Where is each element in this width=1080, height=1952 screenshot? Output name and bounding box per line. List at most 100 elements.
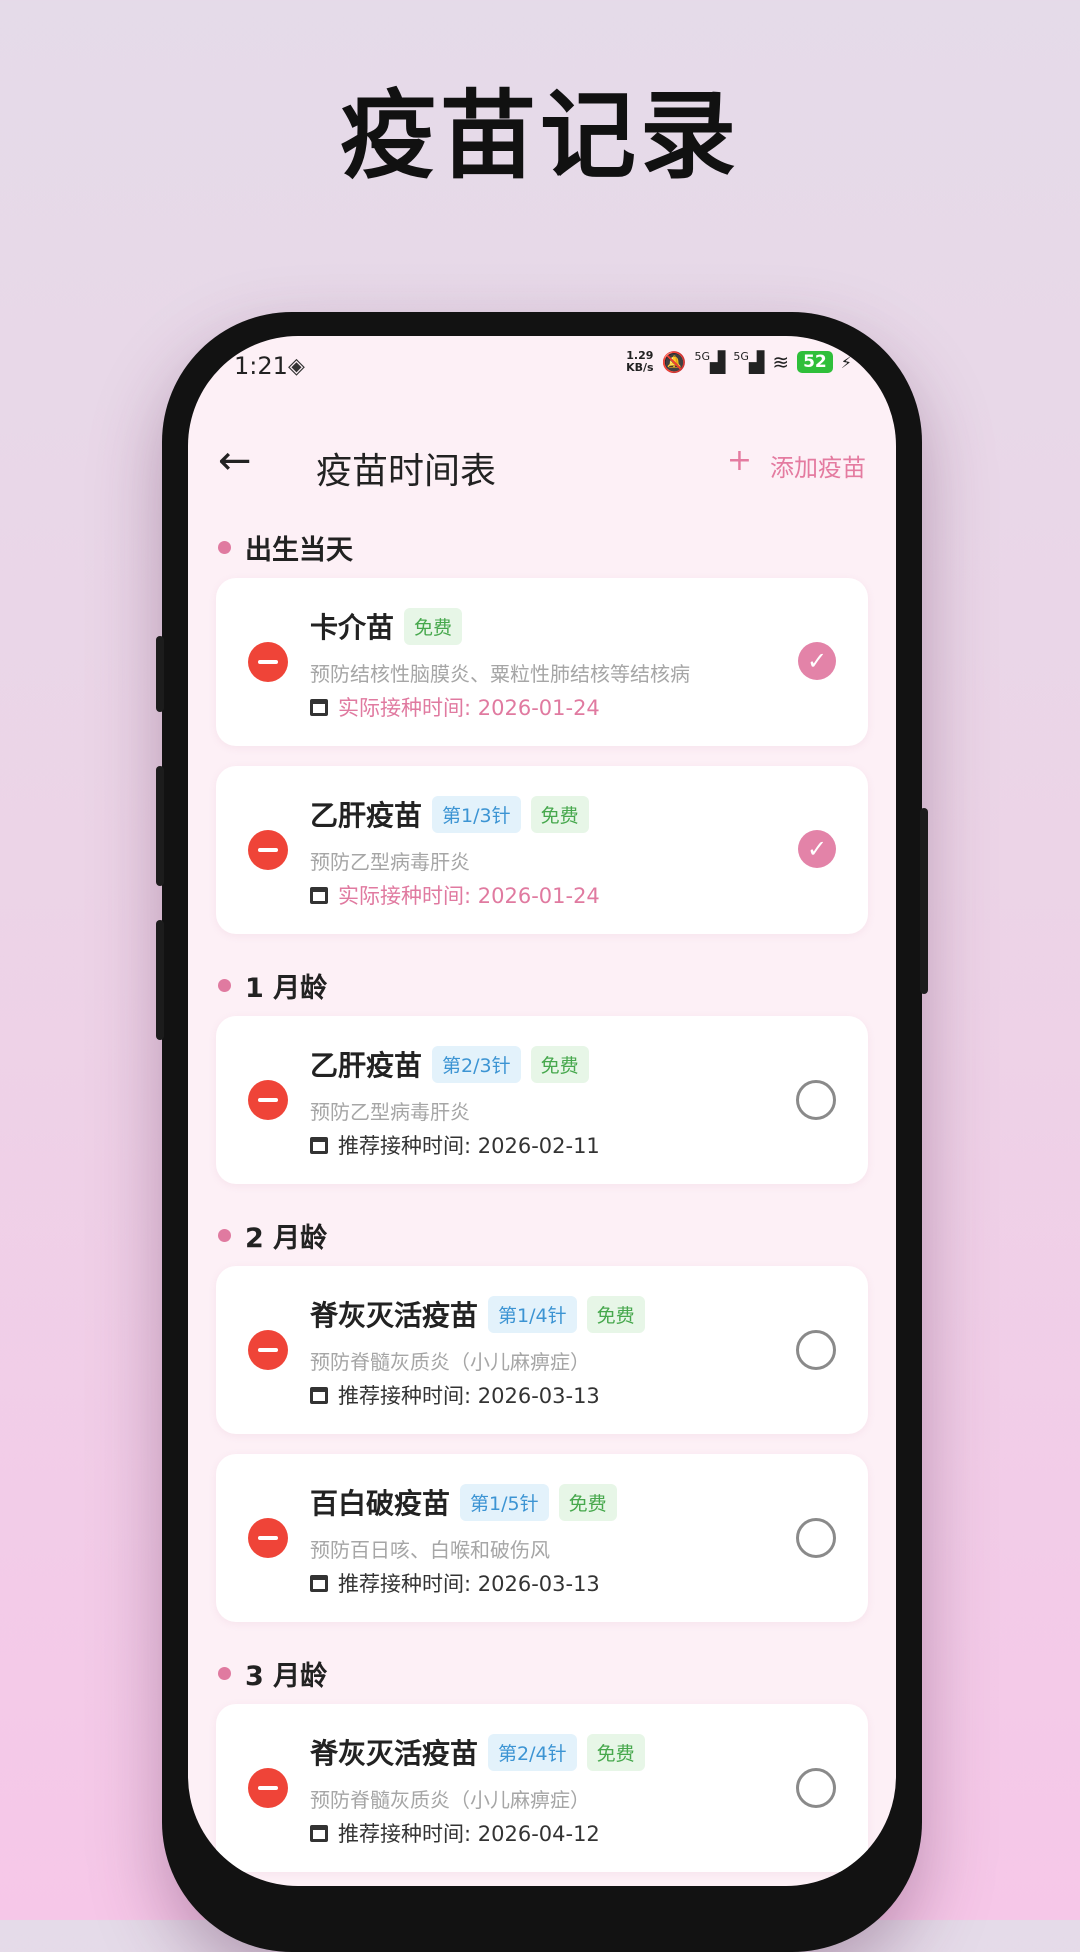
vaccine-date-row: 推荐接种时间: 2026-03-13	[310, 1568, 600, 1598]
status-bar: 1:21 ◈ 1.29 KB/s 🔕 5G▟ 5G▟ ≋ 52 ⚡	[188, 336, 896, 396]
section-title: 出生当天	[245, 534, 353, 566]
remove-icon[interactable]	[248, 1080, 288, 1120]
dose-badge: 第2/3针	[432, 1045, 521, 1083]
phone-power-button	[920, 808, 928, 994]
wifi-icon: ≋	[772, 350, 790, 374]
remove-icon[interactable]	[248, 642, 288, 682]
page-title: 疫苗记录	[340, 80, 740, 192]
status-icons: 1.29 KB/s 🔕 5G▟ 5G▟ ≋ 52 ⚡	[626, 350, 852, 375]
mute-icon: 🔕	[661, 350, 687, 374]
dose-badge: 第2/4针	[488, 1733, 577, 1771]
section-dot	[218, 540, 231, 554]
charging-icon: ⚡	[840, 352, 852, 372]
vaccine-date: 推荐接种时间: 2026-03-13	[338, 1572, 600, 1596]
section-title: 2 月龄	[245, 1222, 328, 1254]
vaccine-card[interactable]: 卡介苗 免费预防结核性脑膜炎、粟粒性肺结核等结核病实际接种时间: 2026-01-…	[216, 578, 868, 746]
free-badge: 免费	[404, 607, 463, 645]
remove-icon[interactable]	[248, 830, 288, 870]
vaccine-list: 出生当天 卡介苗 免费 预防结核性脑膜炎、粟粒性肺结核等结核病 实际接种时间: 2026…	[188, 516, 896, 1886]
section-header: 出生当天	[188, 516, 896, 578]
vaccine-date: 推荐接种时间: 2026-04-12	[338, 1822, 600, 1846]
vaccine-description: 预防脊髓灰质炎（小儿麻痹症）	[310, 1350, 590, 1374]
vaccine-date: 推荐接种时间: 2026-02-11	[338, 1134, 600, 1158]
section-header: 3 月龄	[188, 1642, 896, 1704]
vaccine-description: 预防乙型病毒肝炎	[310, 850, 470, 874]
vaccine-name-row: 卡介苗 免费	[310, 606, 463, 646]
vaccine-description: 预防乙型病毒肝炎	[310, 1100, 470, 1124]
section-title: 3 月龄	[245, 1660, 328, 1692]
remove-icon[interactable]	[248, 1518, 288, 1558]
app-bar: ← 疫苗时间表 + 添加疫苗	[188, 424, 896, 504]
vaccine-card[interactable]: 乙肝疫苗 第2/3针 免费预防乙型病毒肝炎推荐接种时间: 2026-02-11	[216, 1016, 868, 1184]
free-badge: 免费	[558, 1483, 617, 1521]
vaccine-name-row: 脊灰灭活疫苗 第1/4针 免费	[310, 1294, 645, 1334]
section-dot	[218, 1228, 231, 1242]
vaccine-date-row: 推荐接种时间: 2026-03-13	[310, 1380, 600, 1410]
vaccine-date: 实际接种时间: 2026-01-24	[338, 696, 600, 720]
vaccine-name: 卡介苗	[310, 611, 395, 644]
vaccine-description: 预防脊髓灰质炎（小儿麻痹症）	[310, 1788, 590, 1812]
vaccine-name: 乙肝疫苗	[310, 1049, 423, 1082]
dose-badge: 第1/3针	[432, 795, 521, 833]
calendar-icon	[310, 1386, 328, 1404]
calendar-icon	[310, 1824, 328, 1842]
dose-badge: 第1/5针	[460, 1483, 549, 1521]
vaccine-description: 预防百日咳、白喉和破伤风	[310, 1538, 550, 1562]
free-badge: 免费	[586, 1733, 645, 1771]
vaccine-name-row: 乙肝疫苗 第2/3针 免费	[310, 1044, 589, 1084]
phone-side-button	[156, 636, 164, 712]
vaccine-date-row: 实际接种时间: 2026-01-24	[310, 692, 600, 722]
net-speed: 1.29 KB/s	[626, 350, 653, 374]
vaccine-name-row: 脊灰灭活疫苗 第2/4针 免费	[310, 1732, 645, 1772]
vaccine-date: 实际接种时间: 2026-01-24	[338, 884, 600, 908]
section-header: 1 月龄	[188, 954, 896, 1016]
unchecked-circle-icon[interactable]	[796, 1768, 836, 1808]
unchecked-circle-icon[interactable]	[796, 1080, 836, 1120]
remove-icon[interactable]	[248, 1330, 288, 1370]
section-dot	[218, 978, 231, 992]
vaccine-card[interactable]: 脊灰灭活疫苗 第2/4针 免费预防脊髓灰质炎（小儿麻痹症） 推荐接种时间: 2026-…	[216, 1704, 868, 1872]
battery-icon: 52	[797, 351, 833, 373]
calendar-icon	[310, 698, 328, 716]
section-dot	[218, 1666, 231, 1680]
vaccine-card[interactable]: 百白破疫苗 第1/5针 免费 预防百日咳、白喉和破伤风 推荐接种时间: 2026-03-…	[216, 1454, 868, 1622]
free-badge: 免费	[530, 795, 589, 833]
back-arrow-icon[interactable]: ←	[218, 438, 252, 484]
calendar-icon	[310, 1136, 328, 1154]
phone-side-button	[156, 920, 164, 1040]
dose-badge: 第1/4针	[488, 1295, 577, 1333]
plus-icon: +	[726, 443, 752, 478]
vaccine-date-row: 推荐接种时间: 2026-02-11	[310, 1130, 600, 1160]
vaccine-card[interactable]: 乙肝疫苗 第1/3针 免费预防乙型病毒肝炎实际接种时间: 2026-01-24 ✓	[216, 766, 868, 934]
status-time: 1:21	[234, 352, 288, 380]
vaccine-name-row: 百白破疫苗 第1/5针 免费	[310, 1482, 617, 1522]
add-vaccine-button[interactable]: + 添加疫苗	[726, 443, 866, 483]
phone-screen: 1:21 ◈ 1.29 KB/s 🔕 5G▟ 5G▟ ≋ 52 ⚡ ← 疫苗时间…	[188, 336, 896, 1886]
vaccine-description: 预防结核性脑膜炎、粟粒性肺结核等结核病	[310, 662, 690, 686]
signal-icon: 5G▟	[733, 350, 765, 374]
checkmark-icon[interactable]: ✓	[798, 642, 836, 680]
signal-label: 5G	[733, 350, 749, 363]
nfc-icon: ◈	[288, 354, 305, 379]
unchecked-circle-icon[interactable]	[796, 1518, 836, 1558]
net-speed-unit: KB/s	[626, 361, 654, 374]
section-header: 2 月龄	[188, 1204, 896, 1266]
vaccine-date: 推荐接种时间: 2026-03-13	[338, 1384, 600, 1408]
vaccine-name: 百白破疫苗	[310, 1487, 451, 1520]
vaccine-name: 乙肝疫苗	[310, 799, 423, 832]
vaccine-name: 脊灰灭活疫苗	[310, 1299, 479, 1332]
calendar-icon	[310, 1574, 328, 1592]
phone-side-button	[156, 766, 164, 886]
signal-icon: 5G▟	[694, 350, 726, 374]
vaccine-name: 脊灰灭活疫苗	[310, 1737, 479, 1770]
checkmark-icon[interactable]: ✓	[798, 830, 836, 868]
remove-icon[interactable]	[248, 1768, 288, 1808]
free-badge: 免费	[586, 1295, 645, 1333]
calendar-icon	[310, 886, 328, 904]
vaccine-date-row: 推荐接种时间: 2026-04-12	[310, 1818, 600, 1848]
vaccine-card[interactable]: 脊灰灭活疫苗 第1/4针 免费预防脊髓灰质炎（小儿麻痹症） 推荐接种时间: 2026-…	[216, 1266, 868, 1434]
section-title: 1 月龄	[245, 972, 328, 1004]
vaccine-date-row: 实际接种时间: 2026-01-24	[310, 880, 600, 910]
signal-label: 5G	[694, 350, 711, 363]
unchecked-circle-icon[interactable]	[796, 1330, 836, 1370]
